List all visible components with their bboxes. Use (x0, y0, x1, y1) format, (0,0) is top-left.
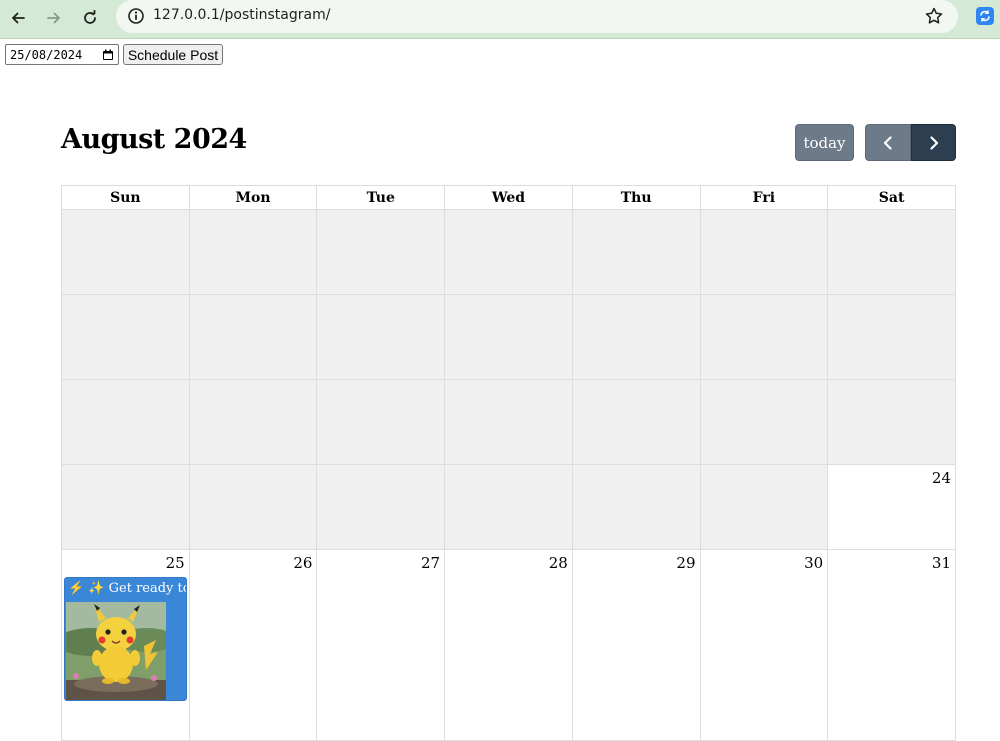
day-cell-disabled (316, 294, 446, 380)
day-cell[interactable]: 26 (188, 549, 318, 741)
today-button[interactable]: today (795, 124, 854, 161)
day-cell-disabled (571, 209, 701, 295)
reload-icon (84, 10, 96, 24)
day-cell-disabled (827, 209, 956, 295)
day-number[interactable]: 25 (166, 554, 185, 572)
day-cell[interactable]: 25 ⚡ ✨ Get ready to sp (61, 549, 190, 741)
event-title: ⚡ ✨ Get ready to sp (68, 581, 186, 596)
day-number[interactable]: 30 (804, 554, 823, 572)
day-cell[interactable]: 29 (571, 549, 701, 741)
url-text[interactable]: 127.0.0.1/postinstagram/ (153, 7, 330, 23)
day-cell-disabled (571, 379, 701, 465)
day-cell-disabled (316, 209, 446, 295)
calendar-grid: Sun Mon Tue Wed Thu Fri Sat 24 25 ⚡ ✨ Ge… (61, 185, 956, 741)
day-number[interactable]: 29 (676, 554, 695, 572)
day-cell[interactable]: 30 (699, 549, 829, 741)
day-cell[interactable]: 27 (316, 549, 446, 741)
date-input[interactable]: 25/08/2024 (5, 44, 119, 65)
day-cell-disabled (61, 294, 190, 380)
extension-sync-icon[interactable] (976, 7, 994, 25)
day-cell-disabled (827, 294, 956, 380)
day-cell-disabled (444, 209, 573, 295)
back-button[interactable] (4, 4, 32, 32)
pikachu-plush-image (66, 602, 166, 700)
weekday-header: Tue (316, 185, 446, 210)
weekday-header: Thu (571, 185, 701, 210)
reload-button[interactable] (76, 4, 104, 32)
day-cell-disabled (444, 294, 573, 380)
calendar-event[interactable]: ⚡ ✨ Get ready to sp (64, 577, 187, 701)
weekday-header: Wed (444, 185, 573, 210)
weekday-header: Mon (188, 185, 318, 210)
day-cell-disabled (188, 379, 318, 465)
weekday-header: Fri (699, 185, 829, 210)
day-cell-disabled (699, 294, 829, 380)
schedule-post-button[interactable]: Schedule Post (123, 44, 223, 65)
address-bar[interactable]: 127.0.0.1/postinstagram/ (116, 0, 958, 33)
weekday-header: Sun (61, 185, 190, 210)
day-cell-disabled (316, 464, 446, 550)
day-cell[interactable]: 28 (444, 549, 573, 741)
day-cell-disabled (571, 294, 701, 380)
day-cell-disabled (61, 464, 190, 550)
day-cell-disabled (444, 464, 573, 550)
weekday-header: Sat (827, 185, 956, 210)
day-cell-disabled (699, 379, 829, 465)
forward-button[interactable] (40, 4, 68, 32)
bookmark-star-icon[interactable] (924, 6, 944, 26)
event-thumbnail (66, 602, 166, 700)
month-nav (865, 124, 956, 161)
day-cell-disabled (61, 379, 190, 465)
day-cell-disabled (699, 209, 829, 295)
chevron-left-icon (883, 135, 892, 150)
prev-month-button[interactable] (865, 124, 911, 161)
day-cell-disabled (827, 379, 956, 465)
next-month-button[interactable] (911, 124, 956, 161)
day-cell-disabled (316, 379, 446, 465)
date-input-value: 25/08/2024 (10, 47, 83, 62)
day-number[interactable]: 27 (421, 554, 440, 572)
day-cell-disabled (188, 464, 318, 550)
info-icon[interactable] (126, 6, 146, 26)
browser-toolbar: 127.0.0.1/postinstagram/ (0, 0, 1000, 39)
day-cell-disabled (571, 464, 701, 550)
day-cell-disabled (61, 209, 190, 295)
arrow-left-icon (12, 12, 25, 24)
calendar-title: August 2024 (61, 124, 247, 155)
chevron-right-icon (929, 135, 938, 150)
day-number[interactable]: 28 (549, 554, 568, 572)
day-cell-disabled (444, 379, 573, 465)
day-cell[interactable]: 24 (827, 464, 956, 550)
day-cell-disabled (699, 464, 829, 550)
day-cell[interactable]: 31 (827, 549, 956, 741)
arrow-right-icon (47, 12, 60, 24)
day-number[interactable]: 24 (932, 469, 951, 487)
day-number[interactable]: 31 (932, 554, 951, 572)
day-cell-disabled (188, 294, 318, 380)
day-cell-disabled (188, 209, 318, 295)
calendar-icon[interactable] (102, 49, 114, 61)
day-number[interactable]: 26 (293, 554, 312, 572)
